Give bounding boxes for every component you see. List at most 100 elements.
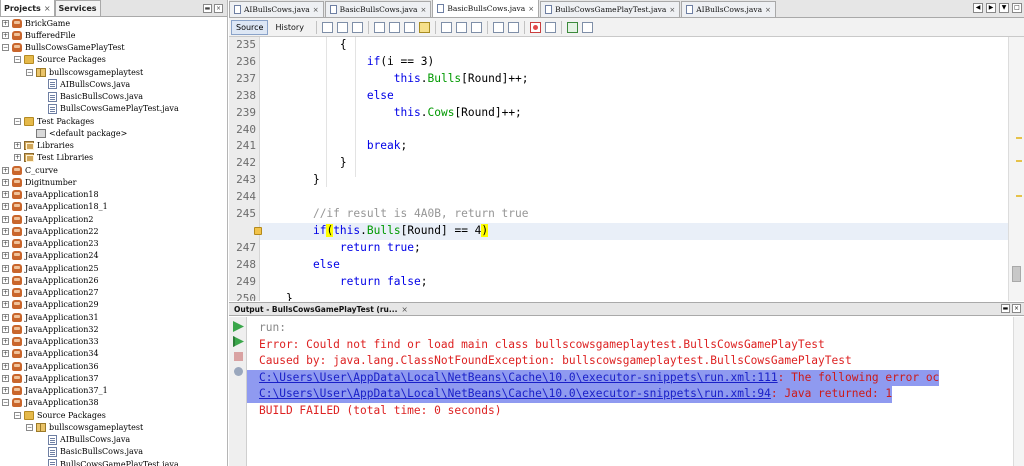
- expand-icon[interactable]: +: [2, 227, 9, 235]
- tree-item[interactable]: + JavaApplication18: [0, 189, 227, 201]
- tree-item[interactable]: + Test Libraries: [0, 152, 227, 164]
- tab-list-icon[interactable]: ▼: [999, 3, 1009, 13]
- close-icon[interactable]: ×: [765, 6, 771, 14]
- warning-hint-icon[interactable]: [254, 226, 262, 235]
- expand-icon[interactable]: +: [2, 289, 9, 297]
- close-icon[interactable]: ×: [669, 6, 675, 14]
- collapse-icon[interactable]: −: [14, 411, 21, 419]
- expand-icon[interactable]: +: [2, 19, 9, 27]
- close-icon[interactable]: ×: [401, 305, 407, 314]
- expand-icon[interactable]: +: [2, 374, 9, 382]
- editor-vertical-scrollbar[interactable]: [1008, 37, 1024, 301]
- editor-scroll-thumb[interactable]: [1012, 266, 1021, 282]
- tree-item[interactable]: − Test Packages: [0, 115, 227, 127]
- code-line[interactable]: 247 return true;: [236, 240, 1008, 257]
- expand-icon[interactable]: +: [2, 166, 9, 174]
- expand-icon[interactable]: +: [2, 313, 9, 321]
- tree-item[interactable]: BullsCowsGamePlayTest.java: [0, 103, 227, 115]
- tree-item[interactable]: + BrickGame: [0, 17, 227, 29]
- next-bookmark-icon[interactable]: [455, 21, 467, 33]
- code-line[interactable]: 249 return false;: [236, 274, 1008, 291]
- stop-icon[interactable]: [234, 352, 243, 361]
- minimize-icon[interactable]: ▬: [1001, 304, 1010, 313]
- tree-item[interactable]: − bullscowsgameplaytest: [0, 66, 227, 78]
- settings-icon[interactable]: [234, 367, 243, 376]
- collapse-icon[interactable]: −: [14, 56, 21, 64]
- expand-icon[interactable]: +: [2, 203, 9, 211]
- toggle-bookmark-icon[interactable]: [470, 21, 482, 33]
- rerun-with-params-icon[interactable]: [233, 336, 244, 347]
- expand-icon[interactable]: +: [14, 142, 21, 150]
- output-text-area[interactable]: run: Error: Could not find or load main c…: [247, 317, 1024, 466]
- tree-item[interactable]: + JavaApplication25: [0, 262, 227, 274]
- shift-right-icon[interactable]: [507, 21, 519, 33]
- code-area[interactable]: 235 {236 if(i == 3) 237 this.Bulls[Round]…: [236, 37, 1008, 302]
- code-line[interactable]: 242 }: [236, 155, 1008, 172]
- history-button[interactable]: History: [270, 20, 308, 35]
- find-selection-icon[interactable]: [403, 21, 415, 33]
- expand-icon[interactable]: +: [2, 252, 9, 260]
- tree-item[interactable]: BasicBullsCows.java: [0, 91, 227, 103]
- code-line[interactable]: 235 {: [236, 37, 1008, 54]
- tree-item[interactable]: + JavaApplication2: [0, 213, 227, 225]
- output-line[interactable]: Caused by: java.lang.ClassNotFoundExcept…: [247, 353, 852, 370]
- code-line[interactable]: 250}: [236, 291, 1008, 302]
- shift-left-icon[interactable]: [492, 21, 504, 33]
- editor-tab[interactable]: AIBullsCows.java ×: [229, 1, 324, 17]
- error-stripe-mark[interactable]: [1016, 195, 1022, 197]
- output-title[interactable]: Output - BullsCowsGamePlayTest (ru...: [234, 305, 397, 314]
- maximize-icon[interactable]: □: [1012, 3, 1022, 13]
- output-file-link[interactable]: C:\Users\User\AppData\Local\NetBeans\Cac…: [259, 371, 778, 384]
- collapse-icon[interactable]: −: [2, 44, 9, 52]
- tree-item[interactable]: + Digitnumber: [0, 176, 227, 188]
- expand-icon[interactable]: +: [2, 325, 9, 333]
- code-line[interactable]: 244: [236, 189, 1008, 206]
- close-icon[interactable]: ×: [421, 6, 427, 14]
- code-editor[interactable]: 235 {236 if(i == 3) 237 this.Bulls[Round]…: [229, 37, 1024, 301]
- tree-item[interactable]: + JavaApplication29: [0, 299, 227, 311]
- source-button[interactable]: Source: [231, 19, 269, 35]
- editor-tab[interactable]: AIBullsCows.java ×: [681, 1, 776, 17]
- error-stripe-mark[interactable]: [1016, 137, 1022, 139]
- close-icon[interactable]: ×: [44, 4, 51, 13]
- previous-bookmark-icon[interactable]: [440, 21, 452, 33]
- rerun-icon[interactable]: [233, 321, 244, 332]
- code-line[interactable]: 237 this.Bulls[Round]++;: [236, 71, 1008, 88]
- expand-icon[interactable]: +: [2, 276, 9, 284]
- expand-icon[interactable]: +: [2, 362, 9, 370]
- editor-tab[interactable]: BasicBullsCows.java ×: [432, 0, 540, 17]
- tab-projects[interactable]: Projects ×: [0, 0, 55, 16]
- code-line[interactable]: if(this.Bulls[Round] == 4): [254, 222, 1008, 240]
- expand-icon[interactable]: +: [2, 387, 9, 395]
- tree-item[interactable]: BasicBullsCows.java: [0, 446, 227, 458]
- tree-item[interactable]: AIBullsCows.java: [0, 78, 227, 90]
- find-previous-icon[interactable]: [373, 21, 385, 33]
- tab-services[interactable]: Services: [54, 0, 101, 16]
- start-macro-icon[interactable]: [529, 21, 541, 33]
- minimize-icon[interactable]: ▬: [203, 4, 212, 13]
- output-line[interactable]: C:\Users\User\AppData\Local\NetBeans\Cac…: [247, 386, 893, 403]
- tree-item[interactable]: + JavaApplication27: [0, 287, 227, 299]
- tree-item[interactable]: + JavaApplication22: [0, 225, 227, 237]
- tree-item[interactable]: BullsCowsGamePlayTest.java: [0, 458, 227, 466]
- expand-icon[interactable]: +: [2, 178, 9, 186]
- tree-item[interactable]: AIBullsCows.java: [0, 434, 227, 446]
- tree-item[interactable]: − BullsCowsGamePlayTest: [0, 42, 227, 54]
- find-next-icon[interactable]: [388, 21, 400, 33]
- collapse-icon[interactable]: −: [26, 68, 33, 76]
- forward-icon[interactable]: [351, 21, 363, 33]
- tree-item[interactable]: + JavaApplication32: [0, 323, 227, 335]
- output-line[interactable]: Error: Could not find or load main class…: [247, 337, 825, 354]
- tree-item[interactable]: + Libraries: [0, 140, 227, 152]
- output-line[interactable]: BUILD FAILED (total time: 0 seconds): [247, 403, 501, 420]
- close-icon[interactable]: ×: [528, 5, 534, 13]
- last-edit-icon[interactable]: [321, 21, 333, 33]
- stop-macro-icon[interactable]: [544, 21, 556, 33]
- code-line[interactable]: 240: [236, 122, 1008, 139]
- collapse-icon[interactable]: −: [26, 423, 33, 431]
- tree-item[interactable]: + JavaApplication23: [0, 238, 227, 250]
- error-stripe-mark[interactable]: [1016, 160, 1022, 162]
- output-file-link[interactable]: C:\Users\User\AppData\Local\NetBeans\Cac…: [259, 387, 771, 400]
- scroll-right-icon[interactable]: ▶: [986, 3, 996, 13]
- tree-item[interactable]: − Source Packages: [0, 54, 227, 66]
